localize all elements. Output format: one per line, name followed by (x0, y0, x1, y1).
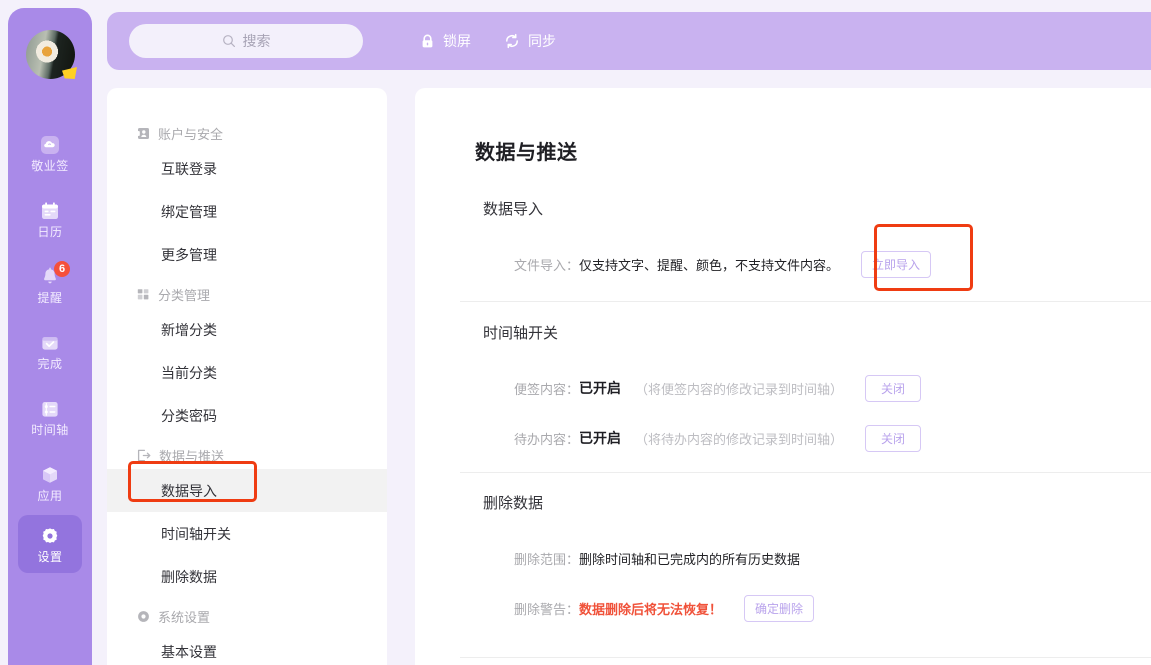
timeline-todo-toggle-button[interactable]: 关闭 (865, 424, 922, 452)
nav-item-label: 当前分类 (161, 364, 217, 381)
sync-icon (503, 32, 521, 50)
avatar[interactable] (26, 30, 77, 79)
settings-circle-icon (137, 610, 150, 623)
nav-item-label: 分类密码 (161, 407, 217, 424)
cube-icon (39, 464, 61, 486)
nav-item-delete-data[interactable]: 删除数据 (107, 555, 387, 598)
delete-scope-row: 删除范围： 删除时间轴和已完成内的所有历史数据 (514, 543, 1151, 573)
nav-group-system: 系统设置 (107, 602, 387, 630)
search-placeholder: 搜索 (242, 33, 271, 49)
nav-item-more-management[interactable]: 更多管理 (107, 233, 387, 276)
delete-scope-value: 删除时间轴和已完成内的所有历史数据 (579, 551, 801, 567)
section-title: 时间轴开关 (483, 325, 559, 342)
rail-item-label: 时间轴 (31, 422, 69, 437)
nav-item-label: 更多管理 (161, 246, 217, 263)
bell-icon: 6 (39, 260, 70, 288)
nav-item-label: 绑定管理 (161, 203, 217, 220)
timeline-notes-toggle-button[interactable]: 关闭 (865, 374, 922, 402)
check-box-icon (39, 332, 61, 354)
nav-item-label: 基本设置 (161, 643, 217, 660)
sync-button[interactable]: 同步 (503, 31, 556, 51)
nav-group-label: 账户与安全 (158, 126, 224, 142)
left-rail: 敬业签 日历 6 提醒 完成 时间轴 应用 设置 (8, 8, 92, 665)
rail-item-label: 应用 (37, 488, 63, 503)
delete-warning-row: 删除警告： 数据删除后将无法恢复！ 确定删除 (514, 593, 1151, 623)
nav-item-add-category[interactable]: 新增分类 (107, 308, 387, 351)
timeline-todo-state: 已开启 (579, 430, 622, 446)
section-title: 数据导入 (483, 201, 544, 218)
timeline-todo-label: 待办内容： (514, 431, 580, 447)
nav-item-label: 互联登录 (161, 160, 217, 177)
reminder-badge: 6 (54, 260, 70, 277)
file-import-row: 文件导入： 仅支持文字、提醒、颜色，不支持文件内容。 立即导入 (514, 249, 1151, 279)
account-card-icon (137, 127, 150, 140)
delete-scope-label: 删除范围： (514, 551, 580, 567)
note-cloud-icon (39, 134, 61, 156)
nav-group-label: 系统设置 (158, 609, 211, 625)
rail-item-label: 日历 (37, 224, 63, 239)
timeline-row-notes: 便签内容： 已开启 （将便签内容的修改记录到时间轴） 关闭 (514, 373, 1151, 403)
nav-group-account: 账户与安全 (107, 119, 387, 147)
rail-item-settings[interactable]: 设置 (18, 515, 82, 573)
confirm-delete-button[interactable]: 确定删除 (744, 594, 815, 622)
settings-nav-panel: 账户与安全 互联登录 绑定管理 更多管理 分类管理 新增分类 当前分类 分类密码… (107, 88, 387, 665)
nav-item-timeline-switch[interactable]: 时间轴开关 (107, 512, 387, 555)
section-timeline-switch: 时间轴开关 便签内容： 已开启 （将便签内容的修改记录到时间轴） 关闭 待办内容… (415, 322, 1151, 453)
nav-item-label: 删除数据 (161, 568, 217, 585)
section-data-import: 数据导入 文件导入： 仅支持文字、提醒、颜色，不支持文件内容。 立即导入 (415, 198, 1151, 279)
lock-icon (419, 33, 436, 50)
nav-item-label: 数据导入 (161, 482, 217, 499)
top-bar: 搜索 锁屏 同步 (107, 12, 1151, 70)
delete-warning-value: 数据删除后将无法恢复！ (579, 601, 723, 617)
rail-item-label: 敬业签 (31, 158, 69, 173)
nav-item-label: 时间轴开关 (161, 525, 231, 542)
rail-item-done[interactable]: 完成 (18, 322, 82, 380)
nav-group-data-push: 数据与推送 (107, 441, 387, 469)
nav-item-current-category[interactable]: 当前分类 (107, 351, 387, 394)
delete-warning-label: 删除警告： (514, 601, 580, 617)
nav-group-category: 分类管理 (107, 280, 387, 308)
file-import-label: 文件导入： (514, 257, 580, 273)
rail-item-calendar[interactable]: 日历 (18, 190, 82, 248)
rail-item-label: 完成 (37, 356, 63, 371)
divider (460, 657, 1151, 658)
grid-icon (137, 288, 150, 301)
app-window: 敬业签 日历 6 提醒 完成 时间轴 应用 设置 搜索 锁屏 同步 账户与安全 … (0, 0, 1151, 665)
page-title: 数据与推送 (475, 142, 578, 164)
gear-icon (39, 525, 61, 547)
rail-item-apps[interactable]: 应用 (18, 454, 82, 512)
rail-item-timeline[interactable]: 时间轴 (18, 388, 82, 446)
nav-item-interlink-login[interactable]: 互联登录 (107, 147, 387, 190)
timeline-icon (39, 398, 61, 420)
search-icon (222, 34, 236, 48)
timeline-notes-hint: （将便签内容的修改记录到时间轴） (635, 381, 844, 397)
rail-item-notes[interactable]: 敬业签 (18, 124, 82, 182)
timeline-row-todo: 待办内容： 已开启 （将待办内容的修改记录到时间轴） 关闭 (514, 423, 1151, 453)
timeline-notes-label: 便签内容： (514, 381, 580, 397)
divider (460, 301, 1151, 302)
nav-item-category-password[interactable]: 分类密码 (107, 394, 387, 437)
nav-group-label: 数据与推送 (159, 448, 225, 464)
section-delete-data: 删除数据 删除范围： 删除时间轴和已完成内的所有历史数据 删除警告： 数据删除后… (415, 492, 1151, 623)
lock-screen-button[interactable]: 锁屏 (419, 31, 471, 51)
nav-group-label: 分类管理 (158, 287, 211, 303)
search-input[interactable]: 搜索 (129, 24, 363, 58)
calendar-icon (39, 200, 61, 222)
timeline-todo-hint: （将待办内容的修改记录到时间轴） (635, 431, 844, 447)
nav-item-label: 新增分类 (161, 321, 217, 338)
nav-item-binding-management[interactable]: 绑定管理 (107, 190, 387, 233)
rail-item-label: 设置 (37, 549, 63, 564)
import-now-button[interactable]: 立即导入 (861, 250, 932, 278)
lock-screen-label: 锁屏 (443, 33, 471, 49)
timeline-notes-state: 已开启 (579, 380, 622, 396)
rail-item-label: 提醒 (37, 290, 63, 305)
divider (460, 472, 1151, 473)
sync-label: 同步 (528, 33, 556, 49)
nav-item-basic-settings[interactable]: 基本设置 (107, 630, 387, 665)
file-import-value: 仅支持文字、提醒、颜色，不支持文件内容。 (579, 257, 840, 273)
export-icon (137, 449, 151, 462)
rail-item-reminder[interactable]: 6 提醒 (18, 256, 82, 314)
section-title: 删除数据 (483, 495, 544, 512)
nav-item-data-import[interactable]: 数据导入 (107, 469, 387, 512)
